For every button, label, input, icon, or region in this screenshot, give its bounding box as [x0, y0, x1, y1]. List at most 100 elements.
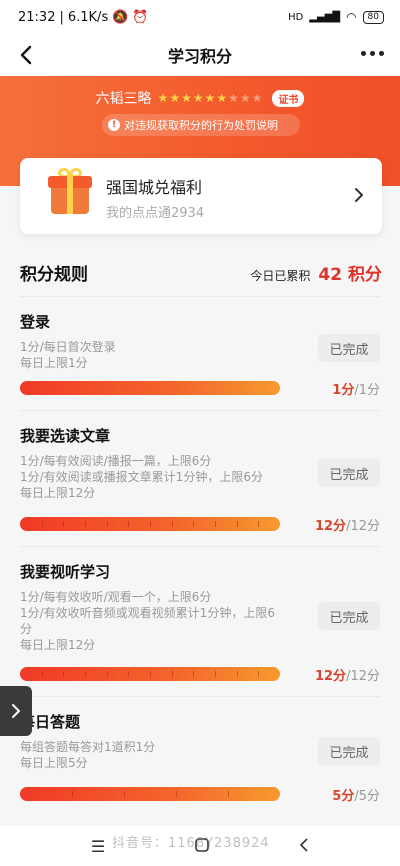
- today-label: 今日已累积: [250, 268, 311, 283]
- rule-score: 12分/12分: [315, 665, 380, 684]
- rule-description-line: 每日上限12分: [20, 486, 96, 500]
- progress-bar: [20, 787, 280, 801]
- completed-button[interactable]: 已完成: [318, 737, 380, 765]
- rule-score: 5分/5分: [332, 785, 380, 804]
- rule-description: 1分/每有效阅读/播报一篇，上限6分 1分/有效阅读或播报文章累计1分钟，上限6分…: [20, 453, 316, 501]
- progress-tick: [63, 671, 65, 677]
- progress-bar: [20, 517, 280, 531]
- certificate-button[interactable]: 证书: [272, 89, 305, 107]
- progress-tick: [258, 521, 260, 527]
- rule-description-line: 每组答题每答对1道积1分: [20, 740, 156, 754]
- alarm-icon: ⏰: [132, 9, 149, 25]
- rule-description: 1分/每有效收听/观看一个，上限6分 1分/有效收听音频或观看视频累计1分钟，上限…: [20, 589, 316, 653]
- more-dot-icon: [361, 51, 366, 56]
- score-max: /1分: [354, 383, 380, 398]
- today-total: 今日已累积 42 积分: [250, 260, 382, 285]
- score-earned: 5分: [332, 789, 355, 804]
- rules-title: 积分规则: [20, 264, 88, 285]
- more-dot-icon: [370, 51, 375, 56]
- rules-header: 积分规则 今日已累积 42 积分: [20, 258, 382, 286]
- completed-button[interactable]: 已完成: [318, 334, 380, 362]
- chevron-right-icon: [12, 704, 20, 718]
- rule-item: 登录 1分/每日首次登录 每日上限1分 已完成 1分/1分: [20, 296, 380, 410]
- completed-button[interactable]: 已完成: [318, 459, 380, 487]
- status-time: 21:32: [18, 9, 56, 25]
- welfare-card[interactable]: 强国城兑福利 我的点点通2934: [20, 158, 382, 234]
- progress-tick: [258, 671, 260, 677]
- signal-icon: ▂▄▆█: [309, 11, 341, 23]
- gift-icon: [48, 168, 92, 214]
- chevron-right-icon: [355, 188, 363, 202]
- exclamation-icon: !: [108, 119, 120, 131]
- welfare-title: 强国城兑福利: [106, 178, 203, 197]
- progress-tick: [228, 791, 229, 797]
- progress-tick: [176, 791, 177, 797]
- rule-description-line: 1分/每有效阅读/播报一篇，上限6分: [20, 454, 212, 468]
- progress-tick: [215, 521, 216, 527]
- rule-description-line: 1分/每日首次登录: [20, 340, 116, 354]
- progress-tick: [124, 791, 125, 797]
- more-dot-icon: [379, 51, 384, 56]
- chevron-left-icon: [20, 45, 32, 65]
- star-icon: ★: [192, 91, 204, 105]
- rule-item: 我要视听学习 1分/每有效收听/观看一个，上限6分 1分/有效收听音频或观看视频累计…: [20, 546, 380, 696]
- back-button[interactable]: [12, 41, 40, 69]
- rule-score: 12分/12分: [315, 515, 380, 534]
- mute-icon: 🔕: [112, 9, 129, 25]
- progress-tick: [106, 671, 108, 677]
- star-icon: ★: [251, 91, 263, 105]
- rule-description-line: 每日上限12分: [20, 638, 96, 652]
- progress-tick: [171, 521, 173, 527]
- rule-description-line: 每日上限5分: [20, 756, 88, 770]
- back-nav-icon[interactable]: [299, 837, 309, 856]
- progress-tick: [106, 521, 108, 527]
- rule-description-line: 1分/有效收听音频或观看视频累计1分钟，上限6: [20, 606, 275, 620]
- progress-bar: [20, 667, 280, 681]
- rule-description-line: 1分/有效阅读或播报文章累计1分钟，上限6分: [20, 470, 263, 484]
- progress-bar: [20, 381, 280, 395]
- progress-tick: [236, 671, 238, 677]
- progress-tick: [171, 671, 173, 677]
- progress-tick: [128, 521, 130, 527]
- progress-tick: [236, 521, 238, 527]
- rank-row: 六韬三略 ★ ★ ★ ★ ★ ★ ★ ★ ★ 证书: [0, 88, 400, 108]
- menu-icon[interactable]: ☰: [91, 837, 105, 856]
- rule-description-line: 分: [20, 622, 33, 636]
- rule-description-line: 每日上限1分: [20, 356, 88, 370]
- battery-icon: 80: [362, 10, 384, 24]
- rule-description-line: 1分/每有效收听/观看一个，上限6分: [20, 590, 212, 604]
- progress-tick: [85, 521, 86, 527]
- rank-name: 六韬三略: [95, 91, 152, 107]
- rule-item: 每日答题 每组答题每答对1道积1分 每日上限5分 已完成 5分/5分: [20, 696, 380, 816]
- wifi-icon: ◠: [346, 10, 357, 24]
- rule-description: 1分/每日首次登录 每日上限1分: [20, 339, 316, 371]
- star-icon: ★: [239, 91, 251, 105]
- star-icon: ★: [204, 91, 216, 105]
- progress-tick: [215, 671, 216, 677]
- network-label: HD: [288, 11, 304, 23]
- rank-stars: ★ ★ ★ ★ ★ ★ ★ ★ ★: [158, 91, 263, 105]
- star-icon: ★: [169, 91, 181, 105]
- score-max: /5分: [354, 789, 380, 804]
- page-title: 学习积分: [167, 47, 232, 66]
- progress-tick: [150, 671, 151, 677]
- star-icon: ★: [228, 91, 239, 105]
- progress-tick: [128, 671, 130, 677]
- status-bar: 21:32 | 6.1K/s 🔕 ⏰ HD ▂▄▆█ ◠ 80: [0, 0, 400, 34]
- score-earned: 12分: [314, 669, 347, 684]
- score-earned: 1分: [332, 383, 355, 398]
- progress-tick: [193, 521, 195, 527]
- side-expand-handle[interactable]: [0, 686, 32, 736]
- penalty-notice-link[interactable]: ! 对违规获取积分的行为处罚说明: [102, 114, 300, 136]
- watermark: 抖音号：1168Y238924: [112, 836, 270, 851]
- more-button[interactable]: [361, 51, 384, 56]
- rule-item: 我要选读文章 1分/每有效阅读/播报一篇，上限6分 1分/有效阅读或播报文章累计1分…: [20, 410, 380, 546]
- score-earned: 12分: [314, 519, 347, 534]
- progress-tick: [41, 521, 43, 527]
- welfare-subtitle: 我的点点通2934: [106, 206, 205, 221]
- progress-tick: [72, 791, 73, 797]
- completed-button[interactable]: 已完成: [318, 602, 380, 630]
- penalty-notice-text: 对违规获取积分的行为处罚说明: [124, 119, 278, 132]
- rule-score: 1分/1分: [332, 379, 380, 398]
- nav-bar: 学习积分: [0, 34, 400, 76]
